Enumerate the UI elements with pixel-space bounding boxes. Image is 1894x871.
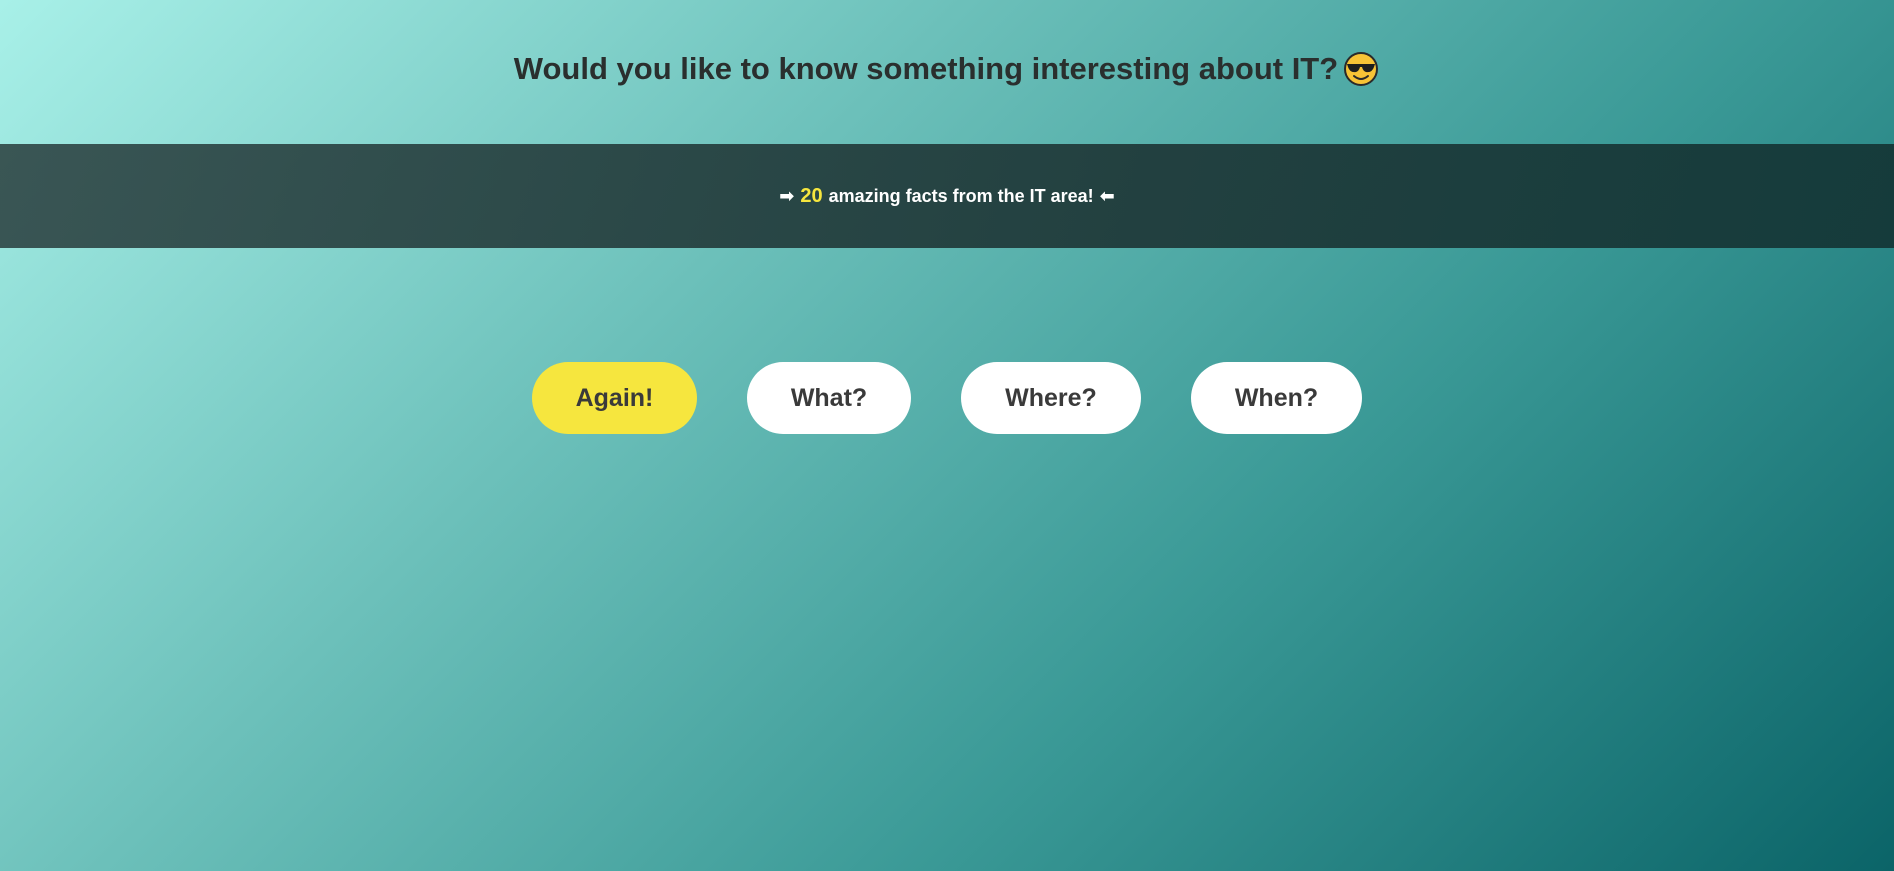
- sunglasses-face-icon: [1342, 50, 1380, 88]
- facts-count: 20: [800, 184, 823, 207]
- facts-banner: ➡ 20 amazing facts from the IT area! ⬅: [0, 144, 1894, 248]
- banner-text: ➡ 20 amazing facts from the IT area! ⬅: [779, 185, 1115, 208]
- action-buttons: Again! What? Where? When?: [0, 362, 1894, 434]
- banner-label: amazing facts from the IT area!: [828, 185, 1094, 206]
- what-button[interactable]: What?: [747, 362, 911, 434]
- arrow-right-icon: ➡: [779, 185, 795, 206]
- arrow-left-icon: ⬅: [1099, 185, 1115, 206]
- where-button[interactable]: Where?: [961, 362, 1141, 434]
- page-title-text: Would you like to know something interes…: [513, 51, 1339, 86]
- page-title: Would you like to know something interes…: [514, 50, 1380, 88]
- page-header: Would you like to know something interes…: [0, 0, 1894, 144]
- when-button[interactable]: When?: [1191, 362, 1362, 434]
- again-button[interactable]: Again!: [532, 362, 697, 434]
